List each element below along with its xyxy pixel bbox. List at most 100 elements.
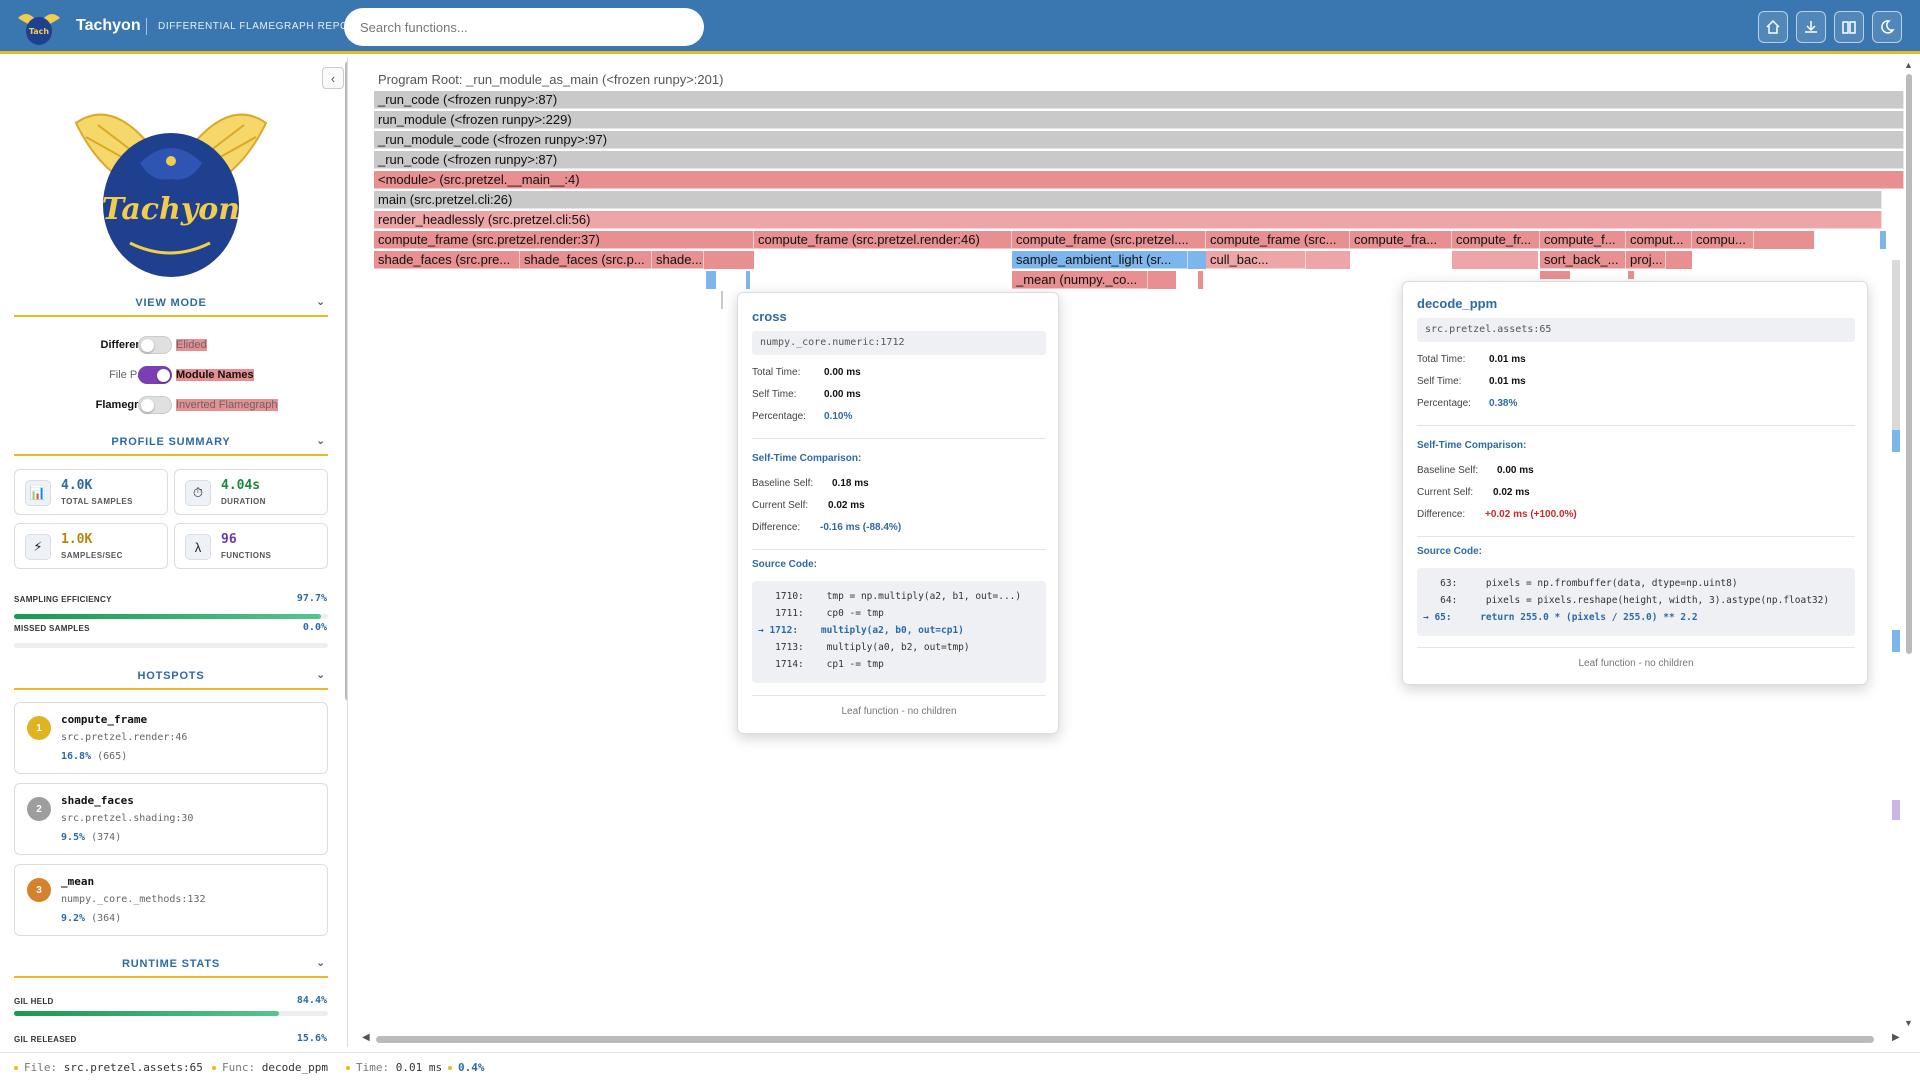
minimap-strip[interactable] — [1892, 260, 1900, 440]
flame-frame[interactable]: run_module (<frozen runpy>:229) — [374, 111, 1904, 129]
total-time-row: Total Time: 0.01 ms — [1417, 354, 1526, 365]
row-value: 0.01 ms — [1489, 354, 1526, 365]
vertical-scrollbar[interactable] — [1906, 74, 1912, 654]
flame-frame[interactable]: compute_frame (src.pretzel.... — [1012, 231, 1206, 249]
current-row: Current Self: 0.02 ms — [1417, 487, 1530, 498]
switch-knob — [141, 339, 154, 352]
scroll-right-arrow-icon[interactable]: ▶ — [1892, 1032, 1900, 1043]
flame-frame[interactable]: shade... — [652, 251, 704, 269]
status-key: File: — [24, 1061, 58, 1074]
theme-toggle-button[interactable] — [1872, 11, 1902, 43]
hotspots-header[interactable]: HOTSPOTS ⌄ — [14, 668, 328, 690]
flamegraph-inverted-switch[interactable] — [138, 396, 172, 414]
hotspot-percent: 9.2% — [61, 913, 86, 924]
flame-frame-small[interactable] — [706, 271, 716, 289]
flame-frame-small[interactable] — [1306, 251, 1350, 269]
file-module-switch[interactable] — [138, 366, 172, 384]
view-mode-header[interactable]: VIEW MODE ⌄ — [14, 295, 328, 317]
flame-frame-small[interactable] — [1754, 231, 1778, 249]
difference-row: Difference: +0.02 ms (+100.0%) — [1417, 509, 1577, 520]
minimap-marker[interactable] — [1892, 800, 1900, 820]
divider — [752, 695, 1046, 696]
flame-frame[interactable]: compute_frame (src... — [1206, 231, 1350, 249]
flame-frame-small[interactable] — [1452, 251, 1538, 269]
self-time-row: Self Time: 0.01 ms — [1417, 376, 1526, 387]
sidebar-scrollbar[interactable] — [345, 61, 347, 701]
runtime-stats-header[interactable]: RUNTIME STATS ⌄ — [14, 956, 328, 978]
download-button[interactable] — [1796, 11, 1826, 43]
stat-value: 4.0K — [61, 478, 93, 493]
flame-frame-small[interactable] — [1198, 271, 1203, 289]
flame-frame[interactable]: compute_f... — [1540, 231, 1626, 249]
stat-card-functions: λ 96 FUNCTIONS — [174, 523, 328, 569]
status-key: Func: — [222, 1061, 256, 1074]
row-key: Current Self: — [1417, 487, 1474, 498]
toggle-right-label: Elided — [176, 339, 207, 351]
flame-frame[interactable]: sample_ambient_light (sr... — [1012, 251, 1188, 269]
flame-frame[interactable]: render_headlessly (src.pretzel.cli:56) — [374, 211, 1882, 229]
minimap-marker[interactable] — [1892, 630, 1900, 652]
sidebar-collapse-button[interactable]: ‹ — [322, 67, 344, 89]
flame-frame[interactable]: main (src.pretzel.cli:26) — [374, 191, 1882, 209]
hotspot-percent-line: 9.2% (364) — [61, 913, 121, 924]
rank-badge: 3 — [27, 878, 51, 902]
flame-frame-small[interactable] — [1148, 271, 1176, 289]
hotspot-card[interactable]: 3 _mean numpy._core._methods:132 9.2% (3… — [14, 864, 328, 936]
hotspot-location: numpy._core._methods:132 — [61, 894, 206, 905]
scroll-up-arrow-icon[interactable]: ▲ — [1904, 60, 1913, 70]
flame-frame-small[interactable] — [1778, 231, 1814, 249]
download-icon — [1805, 21, 1817, 33]
profile-summary-header[interactable]: PROFILE SUMMARY ⌄ — [14, 434, 328, 456]
tachyon-logo-icon[interactable]: Tach — [16, 8, 62, 48]
home-button[interactable] — [1758, 11, 1788, 43]
code-line-highlighted: → 1712: multiply(a2, b0, out=cp1) — [758, 625, 964, 636]
hotspot-card[interactable]: 2 shade_faces src.pretzel.shading:30 9.5… — [14, 783, 328, 855]
flame-frame[interactable]: comput... — [1626, 231, 1692, 249]
top-header: Tach Tachyon DIFFERENTIAL FLAMEGRAPH REP… — [0, 0, 1920, 54]
flame-frame-small[interactable] — [704, 251, 722, 269]
flame-frame-small[interactable] — [721, 291, 723, 309]
chevron-down-icon: ⌄ — [315, 957, 326, 969]
flame-frame[interactable]: _run_code (<frozen runpy>:87) — [374, 91, 1904, 109]
sampling-efficiency-bar — [14, 614, 328, 619]
flame-frame[interactable]: compute_fra... — [1350, 231, 1452, 249]
flame-frame[interactable]: compute_fr... — [1452, 231, 1540, 249]
flame-frame[interactable]: <module> (src.pretzel.__main__:4) — [374, 171, 1904, 189]
flame-frame-small[interactable] — [1880, 231, 1886, 249]
scroll-down-arrow-icon[interactable]: ▼ — [1904, 1018, 1913, 1028]
status-file: File: src.pretzel.assets:65 — [14, 1061, 203, 1074]
difference-row: Difference: -0.16 ms (-88.4%) — [752, 522, 901, 533]
flame-frame-small[interactable] — [746, 271, 750, 289]
flame-frame[interactable]: compute_frame (src.pretzel.render:46) — [754, 231, 1012, 249]
header-divider — [146, 18, 147, 35]
flame-frame-small[interactable] — [1540, 271, 1570, 279]
status-file-value: src.pretzel.assets:65 — [63, 1061, 203, 1074]
search-input[interactable] — [344, 8, 704, 46]
differential-elided-switch[interactable] — [138, 336, 172, 354]
minimap-marker[interactable] — [1892, 430, 1900, 452]
flame-frame[interactable]: _run_code (<frozen runpy>:87) — [374, 151, 1904, 169]
docs-button[interactable] — [1834, 11, 1864, 43]
horizontal-scrollbar[interactable] — [376, 1036, 1874, 1043]
hotspot-card[interactable]: 1 compute_frame src.pretzel.render:46 16… — [14, 702, 328, 774]
flame-frame[interactable]: compute_frame (src.pretzel.render:37) — [374, 231, 754, 249]
flame-frame[interactable]: _run_module_code (<frozen runpy>:97) — [374, 131, 1904, 149]
flame-frame-small[interactable] — [1628, 271, 1634, 279]
flame-frame-small[interactable] — [1666, 251, 1692, 269]
flame-frame[interactable]: cull_bac... — [1206, 251, 1306, 269]
scroll-left-arrow-icon[interactable]: ◀ — [362, 1032, 370, 1043]
flame-frame-small[interactable] — [722, 251, 734, 269]
flame-frame[interactable]: shade_faces (src.pre... — [374, 251, 520, 269]
flame-frame[interactable]: _mean (numpy._co... — [1012, 271, 1148, 289]
current-row: Current Self: 0.02 ms — [752, 500, 865, 511]
stat-value: 1.0K — [61, 532, 93, 547]
flame-frame[interactable]: compu... — [1692, 231, 1754, 249]
row-key: Percentage: — [1417, 398, 1471, 409]
flame-frame-small[interactable] — [734, 251, 754, 269]
flame-frame-small[interactable] — [1188, 251, 1206, 269]
flame-frame[interactable]: shade_faces (src.p... — [520, 251, 652, 269]
path-mode-toggle-row: File Paths Module Names — [14, 366, 328, 386]
flame-frame[interactable]: sort_back_... — [1540, 251, 1626, 269]
flame-frame[interactable]: proj... — [1626, 251, 1666, 269]
row-value: 0.00 ms — [824, 389, 861, 400]
